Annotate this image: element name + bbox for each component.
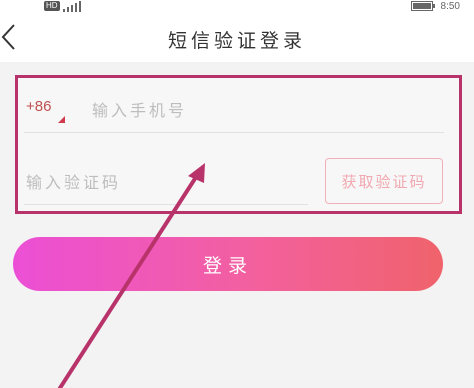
phone-input[interactable] [90,92,424,128]
page-title: 短信验证登录 [167,30,306,52]
sms-login-page: HD 8:50 短信验证登录 +86 输入手机号 输入验证码 获取验证码 登录 [0,0,474,388]
header: 短信验证登录 [0,14,474,62]
phone-row: +86 [24,88,444,133]
login-form: +86 获取验证码 [15,75,462,214]
signal-icon [62,0,81,12]
status-right: 8:50 [410,0,460,12]
battery-icon [410,1,435,11]
dropdown-triangle-icon[interactable] [58,116,65,123]
country-code-selector[interactable]: +86 [26,98,51,115]
status-left: HD [44,0,85,12]
get-code-button[interactable]: 获取验证码 [325,158,443,204]
verification-code-input[interactable] [24,164,298,200]
login-button[interactable]: 登录 [13,237,443,291]
status-bar: HD 8:50 [0,0,474,14]
code-row [24,160,308,205]
status-time: 8:50 [440,0,460,12]
hd-badge: HD [44,1,60,11]
